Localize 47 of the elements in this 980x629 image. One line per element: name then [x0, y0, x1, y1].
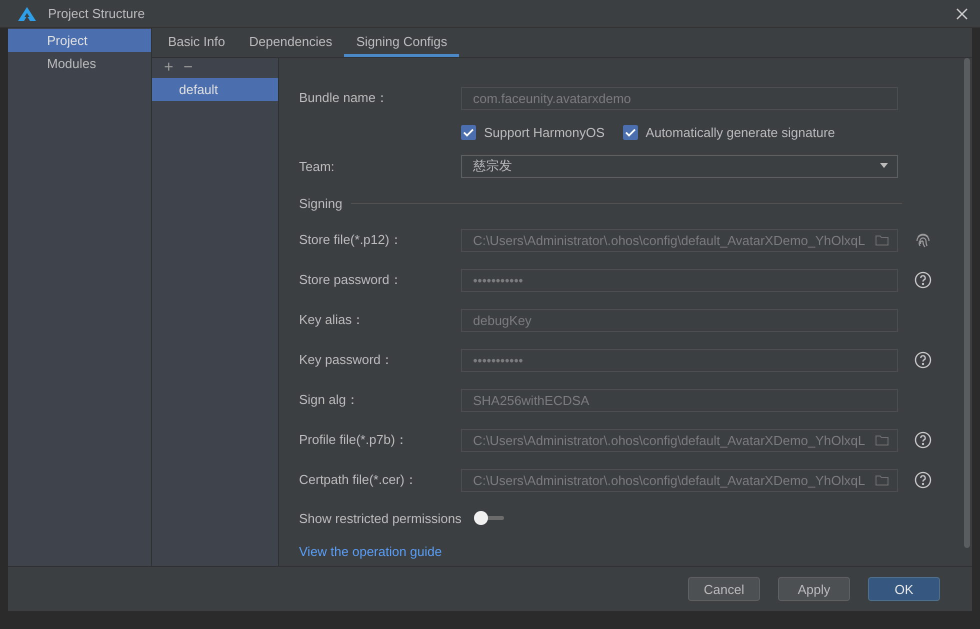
field-label: Bundle name：: [299, 89, 390, 107]
field-label: Store file(*.p12)：: [299, 231, 404, 249]
guide-link[interactable]: View the operation guide: [299, 544, 442, 558]
field-label: Profile file(*.p7b)：: [299, 431, 410, 449]
dialog-button[interactable]: Cancel: [688, 577, 760, 601]
sidebar-item[interactable]: Modules: [8, 52, 151, 75]
toggle-label: Show restricted permissions: [299, 510, 462, 526]
tab[interactable]: Dependencies: [237, 28, 344, 57]
toggle-switch[interactable]: [474, 511, 504, 525]
section-title: Signing: [299, 196, 342, 210]
scrollbar[interactable]: [964, 58, 970, 548]
close-button[interactable]: [954, 6, 970, 22]
fingerprint-icon[interactable]: [914, 231, 932, 249]
help-icon[interactable]: [914, 271, 932, 289]
field-label: Team:: [299, 158, 336, 174]
caret-icon: [879, 163, 889, 169]
config-item[interactable]: default: [152, 78, 278, 101]
text-field[interactable]: debugKey: [461, 308, 898, 332]
add-button[interactable]: +: [162, 59, 176, 77]
remove-button[interactable]: −: [181, 59, 195, 77]
field-label: Key alias：: [299, 311, 366, 329]
help-icon[interactable]: [914, 471, 932, 489]
help-icon[interactable]: [914, 351, 932, 369]
checkmark-icon: [463, 128, 474, 136]
help-icon[interactable]: [914, 431, 932, 449]
team-dropdown[interactable]: 慈宗发: [461, 154, 898, 178]
app-logo-icon: [18, 6, 36, 20]
checkbox[interactable]: Automatically generate signature: [622, 124, 836, 140]
window-title: Project Structure: [48, 6, 146, 21]
field-label: Certpath file(*.cer)：: [299, 471, 418, 489]
text-field[interactable]: SHA256withECDSA: [461, 388, 898, 412]
file-path-field[interactable]: C:\Users\Administrator\.ohos\config\default_AvatarXDemo_YhOlxqL: [461, 428, 898, 452]
tab[interactable]: Signing Configs: [344, 28, 460, 57]
field-label: Sign alg：: [299, 391, 360, 409]
file-path-field[interactable]: C:\Users\Administrator\.ohos\config\default_AvatarXDemo_YhOlxqL: [461, 468, 898, 492]
sidebar-item[interactable]: Project: [8, 29, 151, 52]
field-label: Key password：: [299, 351, 395, 369]
password-field[interactable]: •••••••••••: [461, 348, 898, 372]
text-field[interactable]: com.faceunity.avatarxdemo: [461, 86, 898, 110]
checkbox[interactable]: Support HarmonyOS: [461, 124, 605, 140]
field-label: Store password：: [299, 271, 404, 289]
tab[interactable]: Basic Info: [156, 28, 238, 57]
file-path-field[interactable]: C:\Users\Administrator\.ohos\config\default_AvatarXDemo_YhOlxqL: [461, 228, 898, 252]
checkmark-icon: [624, 128, 636, 136]
dialog-button[interactable]: Apply: [778, 577, 850, 601]
ok-button[interactable]: OK: [868, 577, 940, 601]
password-field[interactable]: •••••••••••: [461, 268, 898, 292]
